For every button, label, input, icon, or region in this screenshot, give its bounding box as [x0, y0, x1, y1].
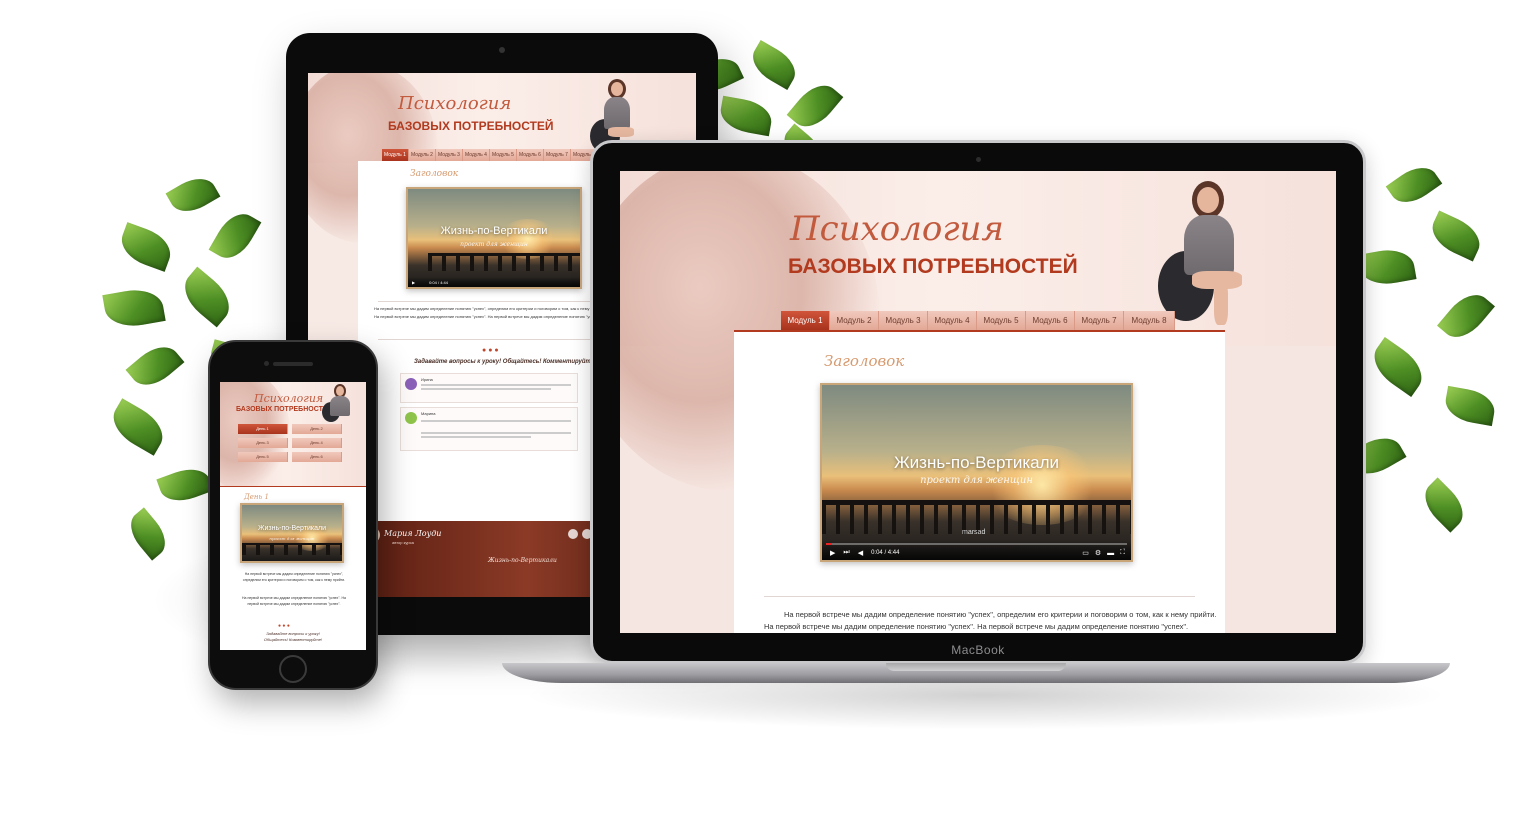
- laptop-tab-8[interactable]: Модуль 8: [1124, 311, 1175, 330]
- phone-share-icons: ● ● ●: [278, 623, 290, 629]
- phone-day-5[interactable]: День 5: [238, 452, 288, 462]
- tablet-comment-1: Ирина: [400, 373, 578, 403]
- phone-chat-icon[interactable]: ●: [287, 623, 290, 629]
- tablet-tab-7[interactable]: Модуль 7: [544, 149, 571, 161]
- next-icon[interactable]: ⏭: [843, 549, 849, 557]
- phone-presenter-photo: [322, 384, 362, 424]
- phone-script-title: Психология: [254, 392, 324, 405]
- phone-day-heading: День 1: [244, 493, 269, 501]
- tablet-author-role: автор курса: [392, 540, 414, 545]
- phone-camera: [264, 361, 269, 366]
- laptop-video-overlay: marsad: [962, 529, 986, 536]
- tablet-script-title: Психология: [398, 93, 512, 114]
- laptop-notch: [886, 663, 1066, 671]
- phone-video-subtitle: проект для женщин: [269, 536, 315, 541]
- tablet-module-nav: Модуль 1 Модуль 2 Модуль 3 Модуль 4 Моду…: [382, 149, 598, 161]
- tablet-comment-2-author: Марина: [421, 411, 436, 416]
- tablet-author-name: Мария Лоуди: [384, 529, 442, 538]
- laptop-tab-2[interactable]: Модуль 2: [830, 311, 879, 330]
- phone-comments-prompt-2: Общайтесь! Комментируйте!: [263, 637, 323, 642]
- tablet-comments-prompt: Задавайте вопросы к уроку! Общайтесь! Ко…: [414, 359, 597, 365]
- tablet-video-controls: ▶ 0:04 / 4:44: [408, 277, 580, 287]
- phone-device: Психология БАЗОВЫХ ПОТРЕБНОСТЕЙ День 1 Д…: [208, 340, 378, 690]
- phone-day-1[interactable]: День 1: [238, 424, 288, 434]
- phone-paragraph-2: На первой встрече мы дадим определение п…: [242, 596, 346, 606]
- phone-video-title: Жизнь-по-Вертикали: [258, 525, 326, 532]
- laptop-paragraph-1: На первой встрече мы дадим определение п…: [784, 610, 1217, 619]
- laptop-presenter-photo: [1158, 181, 1268, 331]
- phone-content: День 1 Жизнь-по-Вертикали проект для жен…: [220, 487, 366, 650]
- device-mockup-scene: Психология БАЗОВЫХ ПОТРЕБНОСТЕЙ Модуль 1…: [0, 0, 1526, 833]
- laptop-script-title: Психология: [790, 209, 1004, 249]
- laptop-video-title: Жизнь-по-Вертикали: [893, 453, 1060, 472]
- macbook-brand-label: MacBook: [951, 643, 1005, 657]
- phone-day-4[interactable]: День 4: [292, 438, 342, 448]
- phone-screen: Психология БАЗОВЫХ ПОТРЕБНОСТЕЙ День 1 Д…: [220, 382, 366, 650]
- tablet-caps-title: БАЗОВЫХ ПОТРЕБНОСТЕЙ: [388, 119, 554, 133]
- phone-question-icon[interactable]: ●: [278, 623, 281, 629]
- phone-speaker: [273, 362, 313, 366]
- laptop-video-controls: ▶ ⏭ ◀ 0:04 / 4:44 ▭ ⚙ ▬ ⛶: [822, 540, 1131, 560]
- laptop-tab-5[interactable]: Модуль 5: [977, 311, 1026, 330]
- laptop-tab-6[interactable]: Модуль 6: [1026, 311, 1075, 330]
- tablet-tab-3[interactable]: Модуль 3: [436, 149, 463, 161]
- phone-comments-prompt-1: Задавайте вопросы к уроку!: [266, 631, 320, 636]
- tablet-video-time: 0:04 / 4:44: [429, 279, 448, 285]
- laptop-caps-title: БАЗОВЫХ ПОТРЕБНОСТЕЙ: [788, 255, 1078, 278]
- tablet-share-icons: ● ● ●: [482, 347, 499, 354]
- play-icon[interactable]: ▶: [830, 549, 835, 557]
- phone-day-2[interactable]: День 2: [292, 424, 342, 434]
- fullscreen-icon[interactable]: ⛶: [1120, 549, 1125, 557]
- tablet-play-icon[interactable]: ▶: [412, 280, 415, 285]
- tablet-camera: [499, 47, 505, 53]
- tablet-comment-2: Марина: [400, 407, 578, 451]
- phone-day-6[interactable]: День 6: [292, 452, 342, 462]
- phone-video-player[interactable]: Жизнь-по-Вертикали проект для женщин: [240, 503, 344, 563]
- subtitles-icon[interactable]: ▭: [1082, 549, 1089, 557]
- laptop-tab-7[interactable]: Модуль 7: [1075, 311, 1124, 330]
- tablet-tab-4[interactable]: Модуль 4: [463, 149, 490, 161]
- laptop-device: Психология БАЗОВЫХ ПОТРЕБНОСТЕЙ Модуль 1…: [590, 140, 1366, 664]
- laptop-tab-3[interactable]: Модуль 3: [879, 311, 928, 330]
- thumbs-up-icon[interactable]: ●: [488, 347, 492, 354]
- tablet-video-subtitle: проект для женщин: [460, 241, 528, 248]
- laptop-content: Заголовок Жизнь-по-Вертикали проект для …: [734, 332, 1225, 633]
- laptop-video-player[interactable]: Жизнь-по-Вертикали проект для женщин mar…: [820, 383, 1133, 562]
- laptop-screen: Психология БАЗОВЫХ ПОТРЕБНОСТЕЙ Модуль 1…: [620, 171, 1336, 633]
- phone-thumbs-up-icon[interactable]: ●: [282, 623, 285, 629]
- tablet-vk-icon[interactable]: [568, 529, 578, 539]
- tablet-video-player[interactable]: Жизнь-по-Вертикали проект для женщин ▶ 0…: [406, 187, 582, 289]
- laptop-video-subtitle: проект для женщин: [920, 475, 1033, 486]
- laptop-tab-1[interactable]: Модуль 1: [781, 311, 830, 330]
- laptop-module-nav: Модуль 1 Модуль 2 Модуль 3 Модуль 4 Моду…: [781, 311, 1175, 330]
- question-icon[interactable]: ●: [482, 347, 486, 354]
- phone-day-3[interactable]: День 3: [238, 438, 288, 448]
- volume-icon[interactable]: ◀: [858, 549, 863, 557]
- laptop-section-heading: Заголовок: [824, 352, 905, 370]
- laptop-video-time: 0:04 / 4:44: [871, 550, 900, 556]
- chat-icon[interactable]: ●: [494, 347, 498, 354]
- theater-icon[interactable]: ▬: [1107, 550, 1114, 557]
- tablet-tab-6[interactable]: Модуль 6: [517, 149, 544, 161]
- phone-paragraph-1: На первой встрече мы дадим определение п…: [242, 572, 346, 582]
- tablet-comment-1-author: Ирина: [421, 377, 433, 382]
- laptop-tab-4[interactable]: Модуль 4: [928, 311, 977, 330]
- phone-caps-title: БАЗОВЫХ ПОТРЕБНОСТЕЙ: [236, 406, 333, 413]
- laptop-paragraph-2: На первой встрече мы дадим определение п…: [764, 622, 1189, 631]
- phone-home-button[interactable]: [279, 655, 307, 683]
- tablet-video-title: Жизнь-по-Вертикали: [440, 225, 548, 237]
- laptop-camera: [976, 157, 981, 162]
- phone-site-header: Психология БАЗОВЫХ ПОТРЕБНОСТЕЙ День 1 Д…: [220, 382, 366, 492]
- tablet-tab-2[interactable]: Модуль 2: [409, 149, 436, 161]
- tablet-section-heading: Заголовок: [410, 169, 459, 179]
- tablet-tab-5[interactable]: Модуль 5: [490, 149, 517, 161]
- tablet-tab-1[interactable]: Модуль 1: [382, 149, 409, 161]
- gear-icon[interactable]: ⚙: [1095, 549, 1101, 557]
- tablet-project-name: Жизнь-по-Вертикали: [488, 557, 557, 564]
